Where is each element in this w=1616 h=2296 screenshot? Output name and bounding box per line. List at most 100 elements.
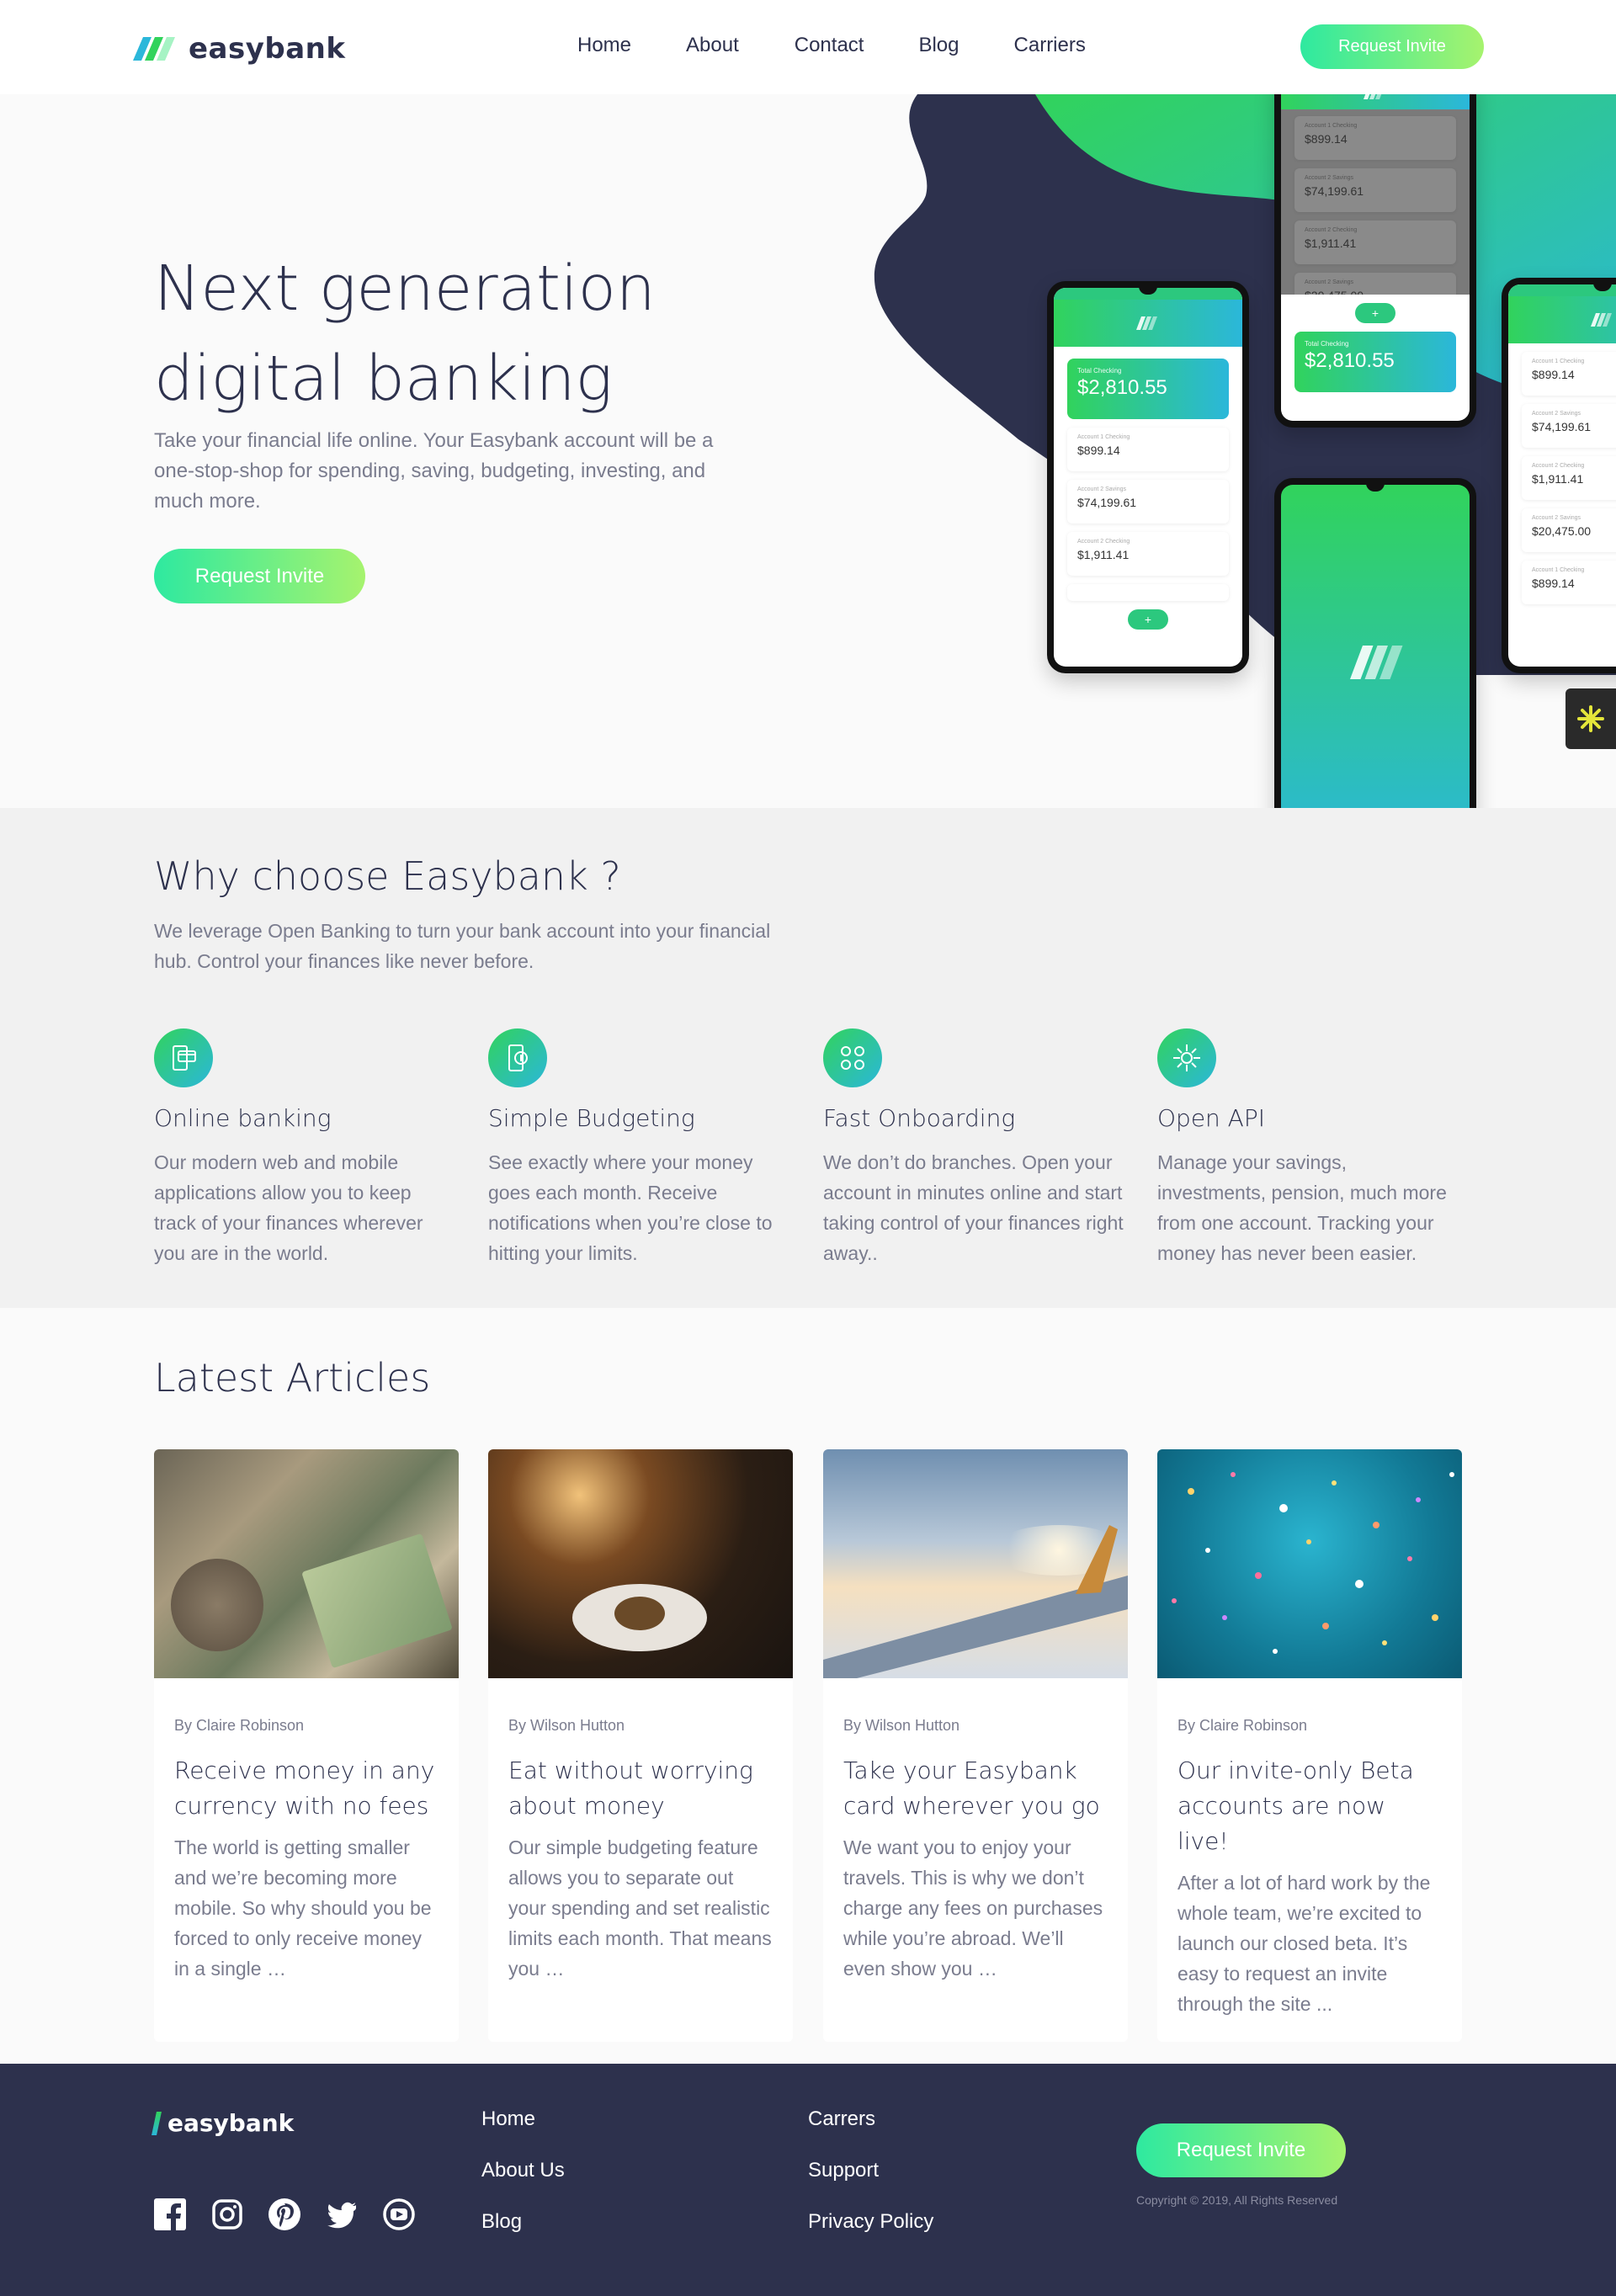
account-label: Account 1 Checking (1077, 434, 1130, 440)
footer-link-carrers[interactable]: Carrers (808, 2107, 933, 2131)
logo[interactable]: easybank (133, 32, 346, 66)
account-label: Account 2 Savings (1077, 486, 1126, 492)
footer-links-col2: Carrers Support Privacy Policy (808, 2107, 933, 2261)
nav-link-carriers[interactable]: Carriers (1014, 34, 1086, 57)
total-label: Total Checking (1077, 367, 1122, 375)
account-value: $74,199.61 (1305, 184, 1364, 198)
account-label: Account 2 Savings (1532, 515, 1581, 521)
hero-request-invite-button[interactable]: Request Invite (154, 549, 365, 603)
nav-link-home[interactable]: Home (577, 34, 631, 57)
account-card: Account 1 Checking $899.14 (1067, 428, 1229, 471)
total-checking-card: Total Checking $2,810.55 (1294, 332, 1456, 392)
account-value: $899.14 (1532, 577, 1575, 590)
top-nav: easybank Home About Contact Blog Carrier… (0, 0, 1616, 94)
phone-mockup-left: Total Checking $2,810.55 Account 1 Check… (1047, 281, 1249, 673)
feature-description: Manage your savings, investments, pensio… (1157, 1151, 1447, 1264)
pinterest-icon[interactable] (268, 2198, 300, 2230)
footer-request-invite-button[interactable]: Request Invite (1136, 2123, 1346, 2177)
total-checking-card: Total Checking $2,810.55 (1067, 359, 1229, 419)
account-value: $20,475.00 (1532, 524, 1592, 538)
youtube-icon[interactable] (383, 2198, 415, 2230)
articles-title: Latest Articles (154, 1355, 431, 1400)
account-value: $74,199.61 (1077, 496, 1137, 509)
article-card[interactable]: By Claire Robinson Receive money in any … (154, 1449, 459, 2042)
nav-request-invite-button[interactable]: Request Invite (1300, 24, 1484, 69)
article-title[interactable]: Take your Easybank card wherever you go (843, 1753, 1108, 1824)
facebook-icon[interactable] (154, 2198, 186, 2230)
total-label: Total Checking (1305, 340, 1349, 348)
hero-title-line2: digital banking (154, 343, 613, 415)
feature-description: See exactly where your money goes each m… (488, 1151, 773, 1264)
account-label: Account 2 Checking (1077, 539, 1130, 545)
account-value: $899.14 (1077, 444, 1120, 457)
account-label: Account 2 Checking (1532, 463, 1585, 469)
account-label: Account 2 Checking (1305, 227, 1358, 233)
article-image-restaurant (488, 1449, 793, 1678)
nav-link-about[interactable]: About (686, 34, 739, 57)
article-card[interactable]: By Wilson Hutton Eat without worrying ab… (488, 1449, 793, 2042)
article-title[interactable]: Eat without worrying about money (508, 1753, 773, 1824)
account-card: Account 2 Savings $20,475.00 (1522, 508, 1616, 552)
app-logo-icon (1591, 313, 1612, 327)
footer-links-col1: Home About Us Blog (481, 2107, 565, 2261)
account-label: Account 1 Checking (1305, 123, 1358, 129)
account-card: Account 2 Savings $74,199.61 (1067, 480, 1229, 524)
account-value: $74,199.61 (1532, 420, 1592, 433)
account-card: Account 1 Checking $899.14 (1522, 561, 1616, 604)
article-image-confetti (1157, 1449, 1462, 1678)
account-value: $1,911.41 (1532, 472, 1584, 486)
footer-link-home[interactable]: Home (481, 2107, 565, 2131)
account-label: Account 2 Savings (1305, 279, 1353, 285)
footer-link-support[interactable]: Support (808, 2159, 933, 2182)
article-title[interactable]: Receive money in any currency with no fe… (174, 1753, 439, 1824)
feature-title: Online banking (154, 1104, 332, 1132)
hero-title: Next generation digital banking (154, 244, 743, 424)
feature-description: Our modern web and mobile applications a… (154, 1151, 423, 1264)
hero-description: Take your financial life online. Your Ea… (154, 429, 714, 513)
article-author: By Wilson Hutton (843, 1717, 960, 1734)
phone-mockup-splash (1274, 478, 1476, 808)
article-excerpt: After a lot of hard work by the whole te… (1177, 1872, 1431, 2015)
feature-title: Simple Budgeting (488, 1104, 695, 1132)
account-value: $1,911.41 (1077, 548, 1130, 561)
logo-text: easybank (189, 32, 346, 66)
phone-mockup-top: Account 1 Checking $899.14 Account 2 Savi… (1274, 94, 1476, 428)
account-label: Account 2 Savings (1532, 411, 1581, 417)
article-title[interactable]: Our invite-only Beta accounts are now li… (1177, 1753, 1442, 1859)
article-image-plane (823, 1449, 1128, 1678)
article-excerpt: Our simple budgeting feature allows you … (508, 1836, 772, 1980)
account-card: Account 2 Savings $74,199.61 (1294, 168, 1456, 212)
footer-logo-mark-icon (152, 2111, 162, 2135)
account-card: Account 1 Checking $899.14 (1294, 116, 1456, 160)
why-section: Why choose Easybank ? We leverage Open B… (0, 808, 1616, 1308)
article-excerpt: The world is getting smaller and we’re b… (174, 1836, 432, 1980)
articles-section: Latest Articles By Claire Robinson Recei… (0, 1308, 1616, 2064)
feature-fast-onboarding: Fast Onboarding We don’t do branches. Op… (823, 1028, 1135, 1268)
add-button: + (1355, 303, 1395, 323)
feature-title: Fast Onboarding (823, 1104, 1016, 1132)
nav-link-contact[interactable]: Contact (795, 34, 864, 57)
instagram-icon[interactable] (211, 2198, 243, 2230)
floating-widget-button[interactable] (1566, 688, 1616, 749)
twitter-icon[interactable] (326, 2198, 358, 2230)
asterisk-icon (1577, 705, 1604, 732)
account-label: Account 1 Checking (1532, 359, 1585, 364)
article-author: By Wilson Hutton (508, 1717, 625, 1734)
account-label: Account 1 Checking (1532, 567, 1585, 573)
copyright-text: Copyright © 2019, All Rights Reserved (1136, 2193, 1338, 2207)
footer-link-about-us[interactable]: About Us (481, 2159, 565, 2182)
footer-logo-text: easybank (167, 2109, 295, 2137)
footer: easybank Home About Us Blog Carrers Supp… (0, 2064, 1616, 2296)
add-button: + (1128, 609, 1168, 630)
footer-link-privacy-policy[interactable]: Privacy Policy (808, 2210, 933, 2234)
account-value: $899.14 (1532, 368, 1575, 381)
article-card[interactable]: By Claire Robinson Our invite-only Beta … (1157, 1449, 1462, 2042)
footer-logo[interactable]: easybank (152, 2109, 295, 2137)
article-card[interactable]: By Wilson Hutton Take your Easybank card… (823, 1449, 1128, 2042)
app-logo-icon (1350, 646, 1403, 679)
footer-link-blog[interactable]: Blog (481, 2210, 565, 2234)
logo-mark-icon (133, 37, 175, 61)
nav-link-blog[interactable]: Blog (918, 34, 959, 57)
account-card: Account 2 Checking $1,911.41 (1067, 532, 1229, 576)
api-icon (1157, 1028, 1216, 1087)
